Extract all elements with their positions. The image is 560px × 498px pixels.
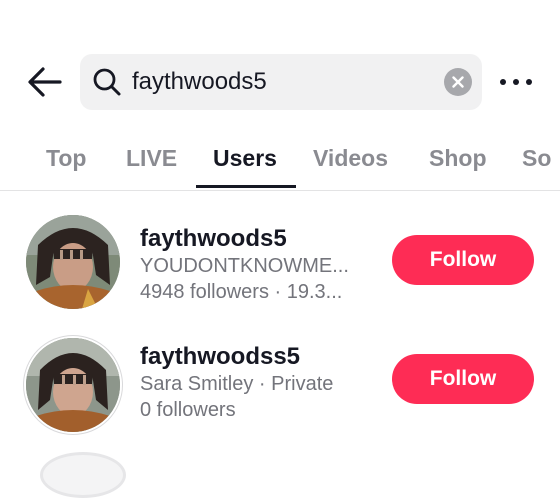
more-dot — [526, 79, 532, 85]
tab-users[interactable]: Users — [213, 144, 277, 172]
username[interactable]: faythwoods5 — [140, 225, 287, 253]
user-result-row[interactable]: faythwoodss5 Sara Smitley · Private 0 fo… — [0, 327, 560, 437]
clear-search-button[interactable] — [444, 68, 472, 96]
more-horizontal-icon — [500, 79, 506, 85]
user-followers: 0 followers — [140, 399, 236, 421]
search-icon — [93, 68, 121, 96]
tab-shop[interactable]: Shop — [429, 144, 487, 172]
avatar[interactable] — [26, 215, 120, 309]
user-photo-icon — [26, 215, 120, 309]
follow-button[interactable]: Follow — [392, 235, 534, 285]
search-tabs: Top LIVE Users Videos Shop So — [0, 136, 560, 191]
search-input[interactable]: faythwoods5 — [132, 68, 267, 96]
user-followers: 4948 followers · 19.3... — [140, 281, 343, 303]
username[interactable]: faythwoodss5 — [140, 343, 300, 371]
next-avatar-partial[interactable] — [40, 452, 126, 498]
user-nickname: YOUDONTKNOWME... — [140, 255, 349, 277]
tab-live[interactable]: LIVE — [126, 144, 177, 172]
avatar[interactable] — [26, 338, 120, 432]
tab-videos[interactable]: Videos — [313, 144, 388, 172]
user-photo-icon — [26, 338, 120, 432]
back-button[interactable] — [26, 65, 64, 99]
more-dot — [513, 79, 519, 85]
user-result-row[interactable]: faythwoods5 YOUDONTKNOWME... 4948 follow… — [0, 205, 560, 315]
active-tab-indicator — [196, 185, 296, 188]
search-box[interactable]: faythwoods5 — [80, 54, 482, 110]
arrow-left-icon — [28, 67, 62, 97]
user-nickname: Sara Smitley · Private — [140, 373, 334, 395]
tab-top[interactable]: Top — [46, 144, 86, 172]
more-options-button[interactable] — [496, 70, 536, 94]
follow-button[interactable]: Follow — [392, 354, 534, 404]
tab-sounds[interactable]: So — [522, 144, 551, 172]
clear-x-icon — [452, 76, 464, 88]
top-bar: faythwoods5 — [0, 52, 560, 112]
